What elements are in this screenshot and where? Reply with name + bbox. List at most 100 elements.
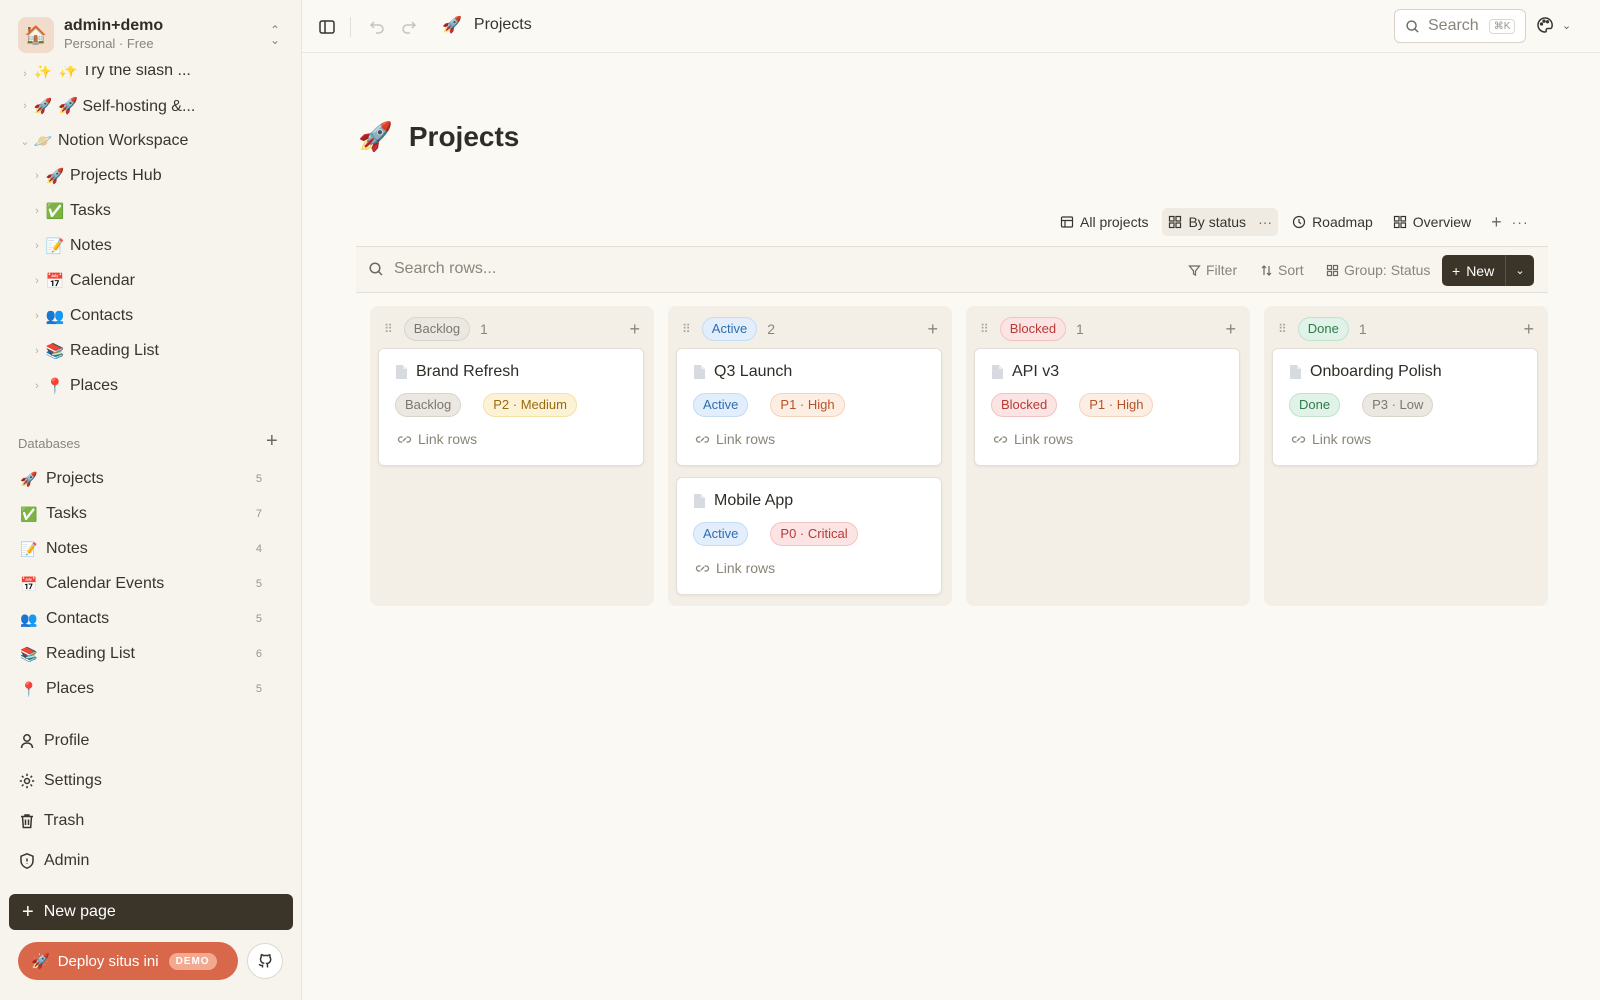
group-button[interactable]: Group: Status <box>1326 262 1430 278</box>
status-badge: Backlog <box>403 317 471 341</box>
workspace-avatar: 🏠 <box>18 17 54 53</box>
board-card-api-v3[interactable]: API v3 Blocked P1 · High Link rows <box>974 348 1240 466</box>
database-item-reading-list[interactable]: 📚 Reading List 6 <box>18 638 262 670</box>
drag-handle-icon[interactable]: ⠿ <box>384 322 393 336</box>
tab-roadmap[interactable]: Roadmap <box>1286 208 1379 236</box>
global-search[interactable]: Search ⌘K <box>1394 9 1526 43</box>
checkmark-icon: ✅ <box>45 203 65 220</box>
checkmark-icon: ✅ <box>20 505 38 522</box>
add-view-icon[interactable]: + <box>1491 212 1502 233</box>
board-column-backlog: ⠿ Backlog 1 + Brand Refresh Backlog P2 ·… <box>370 306 654 606</box>
database-item-tasks[interactable]: ✅ Tasks 7 <box>18 498 262 530</box>
link-rows-label: Link rows <box>716 560 776 576</box>
sidebar-toggle-icon[interactable] <box>316 16 338 38</box>
tree-item-label: Reading List <box>70 342 159 359</box>
tree-item-reading-list[interactable]: › 📚 Reading List <box>30 334 159 368</box>
person-icon <box>20 734 34 749</box>
tree-item-self-hosting[interactable]: › 🚀 🚀 Self-hosting &... <box>18 89 195 123</box>
tab-overview[interactable]: Overview <box>1387 208 1477 236</box>
link-rows-button[interactable]: Link rows <box>993 431 1073 447</box>
add-card-icon[interactable]: + <box>927 319 938 340</box>
drag-handle-icon[interactable]: ⠿ <box>980 322 989 336</box>
card-title: Q3 Launch <box>714 363 793 380</box>
chevron-down-icon[interactable]: ⌄ <box>1506 264 1534 277</box>
breadcrumb[interactable]: 🚀 Projects <box>442 15 532 35</box>
tab-all-projects[interactable]: All projects <box>1054 208 1154 236</box>
board-column-done: ⠿ Done 1 + Onboarding Polish Done P3 · L… <box>1264 306 1548 606</box>
add-database-icon[interactable]: + <box>266 430 278 452</box>
nav-settings[interactable]: Settings <box>18 764 102 798</box>
tree-item-slash[interactable]: › ✨ ✨ Try the slash ... <box>18 66 191 80</box>
plus-icon: + <box>1452 262 1461 279</box>
undo-icon[interactable] <box>366 16 388 38</box>
tree-item-notion-workspace[interactable]: ⌄ 🪐 Notion Workspace <box>18 124 188 158</box>
database-item-projects[interactable]: 🚀 Projects 5 <box>18 463 262 495</box>
board-card-q3-launch[interactable]: Q3 Launch Active P1 · High Link rows <box>676 348 942 466</box>
tree-item-contacts[interactable]: › 👥 Contacts <box>30 299 133 333</box>
link-rows-button[interactable]: Link rows <box>695 431 775 447</box>
new-page-label: New page <box>43 903 116 920</box>
view-options-icon[interactable]: ··· <box>1512 214 1529 230</box>
nav-admin[interactable]: Admin <box>18 844 89 878</box>
board-column-blocked: ⠿ Blocked 1 + API v3 Blocked P1 · High L… <box>966 306 1250 606</box>
database-item-places[interactable]: 📍 Places 5 <box>18 673 262 705</box>
database-item-contacts[interactable]: 👥 Contacts 5 <box>18 603 262 635</box>
link-icon <box>695 435 710 443</box>
nav-profile[interactable]: Profile <box>18 724 89 758</box>
board-card-mobile-app[interactable]: Mobile App Active P0 · Critical Link row… <box>676 477 942 595</box>
tree-item-calendar[interactable]: › 📅 Calendar <box>30 264 135 298</box>
deploy-button[interactable]: 🚀 Deploy situs ini DEMO <box>18 942 238 980</box>
new-page-button[interactable]: + New page <box>9 894 293 930</box>
workspace-switcher[interactable]: 🏠 admin+demo Personal · Free ⌃ ⌄ <box>18 17 284 53</box>
gear-icon <box>19 773 35 789</box>
database-item-notes[interactable]: 📝 Notes 4 <box>18 533 262 565</box>
deploy-label: Deploy situs ini <box>57 952 159 970</box>
drag-handle-icon[interactable]: ⠿ <box>1278 322 1287 336</box>
database-count: 5 <box>255 473 262 485</box>
plus-icon: + <box>22 901 34 923</box>
drag-handle-icon[interactable]: ⠿ <box>682 322 691 336</box>
nav-trash[interactable]: Trash <box>18 804 84 838</box>
tree-item-label: Notion Workspace <box>58 132 189 149</box>
filter-button[interactable]: Filter <box>1188 262 1237 278</box>
rocket-icon: 🚀 <box>33 98 53 115</box>
row-search[interactable]: Search rows... <box>368 260 496 278</box>
github-button[interactable] <box>247 943 283 979</box>
add-card-icon[interactable]: + <box>629 319 640 340</box>
page-icon <box>992 365 1003 379</box>
link-rows-button[interactable]: Link rows <box>397 431 477 447</box>
tree-item-tasks[interactable]: › ✅ Tasks <box>30 194 111 228</box>
more-icon[interactable]: ··· <box>1258 214 1272 230</box>
database-item-calendar-events[interactable]: 📅 Calendar Events 5 <box>18 568 262 600</box>
board-card-brand-refresh[interactable]: Brand Refresh Backlog P2 · Medium Link r… <box>378 348 644 466</box>
new-row-main[interactable]: + New <box>1442 255 1506 286</box>
rocket-icon: 🚀 <box>45 168 65 185</box>
gallery-icon <box>1393 215 1406 229</box>
sort-button[interactable]: Sort <box>1260 262 1304 278</box>
link-rows-label: Link rows <box>1014 431 1074 447</box>
group-icon <box>1326 264 1339 276</box>
tree-item-places[interactable]: › 📍 Places <box>30 369 118 403</box>
search-shortcut: ⌘K <box>1488 18 1516 34</box>
search-icon <box>369 262 383 276</box>
link-rows-button[interactable]: Link rows <box>695 560 775 576</box>
redo-icon[interactable] <box>398 16 420 38</box>
database-label: Reading List <box>46 645 135 662</box>
column-header: ⠿ Blocked 1 + <box>980 316 1236 342</box>
books-icon: 📚 <box>20 645 38 662</box>
link-rows-label: Link rows <box>1312 431 1372 447</box>
add-card-icon[interactable]: + <box>1225 319 1236 340</box>
link-rows-button[interactable]: Link rows <box>1291 431 1371 447</box>
theme-menu-button[interactable]: ⌄ <box>1536 16 1571 34</box>
tab-label: By status <box>1188 214 1247 230</box>
board-card-onboarding-polish[interactable]: Onboarding Polish Done P3 · Low Link row… <box>1272 348 1538 466</box>
database-label: Tasks <box>46 505 87 522</box>
chevron-right-icon: › <box>23 68 27 80</box>
tab-by-status[interactable]: By status ··· <box>1162 208 1279 236</box>
add-card-icon[interactable]: + <box>1523 319 1534 340</box>
page-icon <box>396 365 407 379</box>
tree-item-notes[interactable]: › 📝 Notes <box>30 229 112 263</box>
new-row-button[interactable]: + New ⌄ <box>1442 255 1534 286</box>
card-title: Brand Refresh <box>416 363 520 380</box>
tree-item-projects-hub[interactable]: › 🚀 Projects Hub <box>30 159 161 193</box>
